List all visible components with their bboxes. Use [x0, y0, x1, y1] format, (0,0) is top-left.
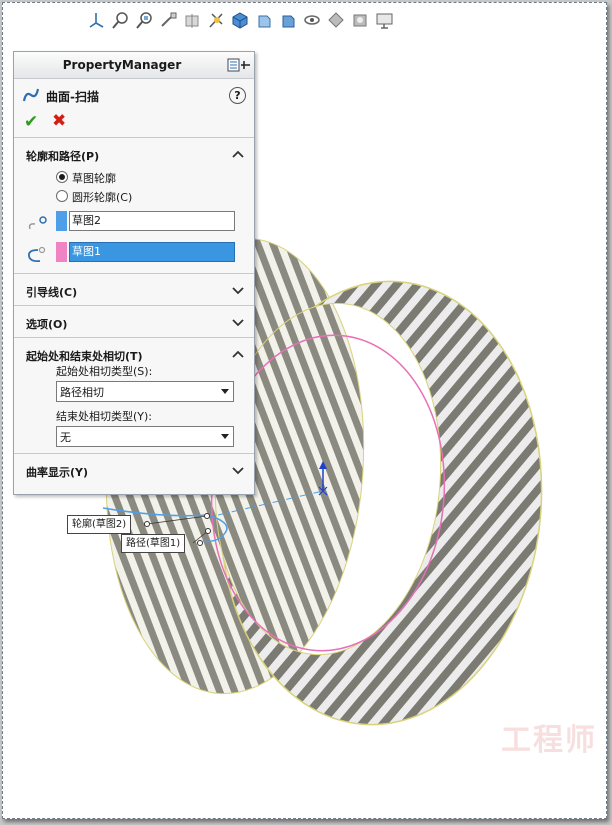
section-tangency-label: 起始处和结束处相切(T) — [26, 350, 143, 363]
watermark-text: 工程师 — [501, 723, 597, 758]
end-tangency-select[interactable]: 无 — [56, 426, 234, 447]
start-tangency-value: 路径相切 — [60, 386, 104, 399]
end-tangency-label: 结束处相切类型(Y): — [56, 410, 153, 423]
path-icon — [28, 246, 46, 263]
monitor-icon[interactable] — [375, 11, 394, 30]
pin-icon[interactable] — [227, 57, 251, 73]
radio-circle-profile-row[interactable]: 圆形轮廓(C) — [14, 188, 254, 207]
section-curvature: 曲率显示(Y) — [14, 453, 254, 485]
chevron-up-icon[interactable] — [232, 349, 244, 359]
section-curvature-header[interactable]: 曲率显示(Y) — [14, 454, 254, 485]
section-view-icon[interactable] — [183, 11, 202, 30]
section-profile-path-label: 轮廓和路径(P) — [26, 150, 100, 163]
section-tangency-header[interactable]: 起始处和结束处相切(T) — [14, 338, 254, 369]
property-manager-title: PropertyManager — [62, 58, 182, 72]
section-curvature-label: 曲率显示(Y) — [26, 466, 89, 479]
zoom-to-fit-icon[interactable] — [111, 11, 130, 30]
dropdown-arrow-icon — [221, 389, 229, 394]
chevron-down-icon[interactable] — [232, 317, 244, 327]
view-settings-icon[interactable] — [351, 11, 370, 30]
end-tangency-value: 无 — [60, 431, 71, 444]
section-guide-header[interactable]: 引导线(C) — [14, 274, 254, 305]
chevron-down-icon[interactable] — [232, 285, 244, 295]
profile-color-swatch — [56, 211, 67, 231]
zoom-area-icon[interactable] — [135, 11, 154, 30]
profile-callout[interactable]: 轮廓(草图2) — [67, 515, 132, 534]
display-style-icon[interactable] — [255, 11, 274, 30]
edit-appearance-icon[interactable] — [303, 11, 322, 30]
path-color-swatch — [56, 242, 67, 262]
dynamic-annotation-icon[interactable] — [207, 11, 226, 30]
help-icon[interactable]: ? — [229, 87, 246, 104]
confirm-row: ✔ ✖ — [14, 109, 254, 137]
section-guide: 引导线(C) — [14, 273, 254, 305]
previous-view-icon[interactable] — [159, 11, 178, 30]
cancel-button[interactable]: ✖ — [52, 111, 66, 131]
path-selection-field[interactable]: 草图1 — [69, 242, 235, 262]
profile-selection-field[interactable]: 草图2 — [69, 211, 235, 231]
path-selection-row: 草图1 — [14, 238, 254, 269]
property-manager-header: PropertyManager — [14, 52, 254, 79]
start-tangency-select[interactable]: 路径相切 — [56, 381, 234, 402]
ok-button[interactable]: ✔ — [24, 112, 38, 132]
chevron-up-icon[interactable] — [232, 149, 244, 159]
section-options: 选项(O) — [14, 305, 254, 337]
chevron-down-icon[interactable] — [232, 465, 244, 475]
radio-circle-profile-label: 圆形轮廓(C) — [72, 191, 133, 204]
view-orient-icon[interactable] — [87, 11, 106, 30]
view-orientation-cube-icon[interactable] — [231, 11, 250, 30]
radio-circle-profile[interactable] — [56, 190, 68, 202]
profile-selection-row: 草图2 — [14, 207, 254, 238]
section-tangency: 起始处和结束处相切(T) 起始处相切类型(S): 路径相切 结束处相切类型(Y)… — [14, 337, 254, 447]
section-profile-path-header[interactable]: 轮廓和路径(P) — [14, 138, 254, 169]
apply-scene-icon[interactable] — [327, 11, 346, 30]
section-options-label: 选项(O) — [26, 318, 68, 331]
section-guide-label: 引导线(C) — [26, 286, 78, 299]
radio-sketch-profile-row[interactable]: 草图轮廓 — [14, 169, 254, 188]
radio-sketch-profile[interactable] — [56, 171, 68, 183]
viewport-frame: 轮廓(草图2) 路径(草图1) 工程师 PropertyManager 曲面-扫… — [2, 2, 607, 819]
path-callout[interactable]: 路径(草图1) — [121, 534, 186, 553]
property-manager-panel: PropertyManager 曲面-扫描 ? ✔ ✖ 轮廓和路径(P) 草图轮… — [13, 51, 255, 495]
feature-name: 曲面-扫描 — [46, 90, 99, 104]
heads-up-view-toolbar — [87, 7, 394, 33]
dropdown-arrow-icon — [221, 434, 229, 439]
section-options-header[interactable]: 选项(O) — [14, 306, 254, 337]
section-profile-path: 轮廓和路径(P) 草图轮廓 圆形轮廓(C) 草图2 草图1 — [14, 137, 254, 269]
hide-show-icon[interactable] — [279, 11, 298, 30]
surface-sweep-icon — [22, 88, 40, 102]
radio-sketch-profile-label: 草图轮廓 — [72, 172, 116, 185]
profile-icon — [28, 216, 47, 230]
feature-title-row: 曲面-扫描 ? — [14, 79, 254, 109]
